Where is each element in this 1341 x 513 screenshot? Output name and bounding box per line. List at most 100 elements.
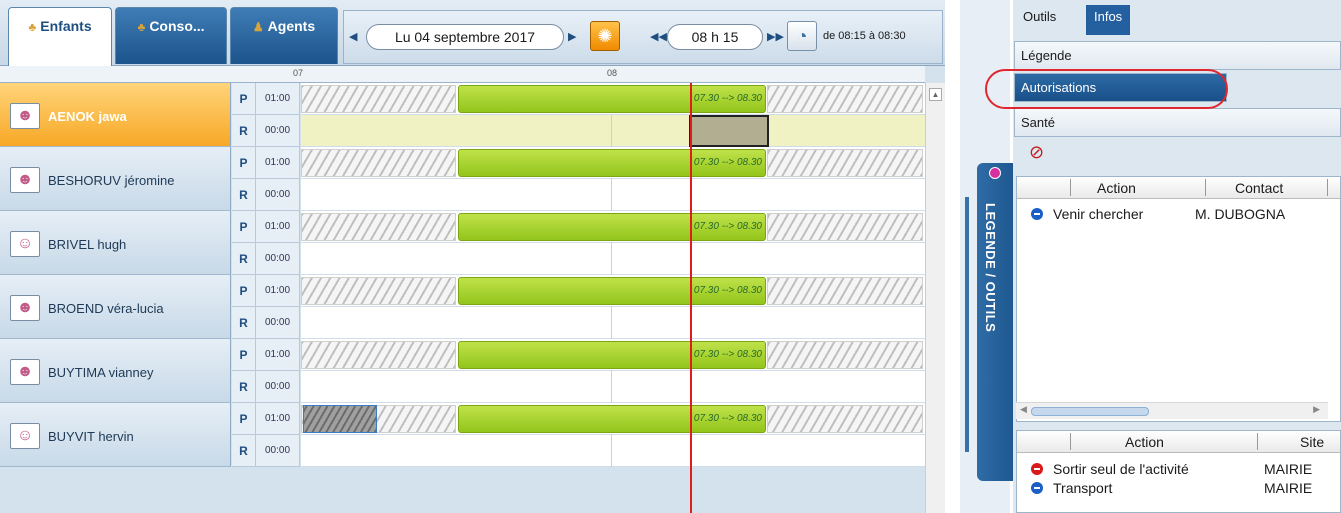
planned-duration: 01:00 [256, 339, 300, 371]
forbidden-dot-icon [1031, 463, 1043, 475]
planned-track[interactable]: 07.30 --> 08.30 [301, 403, 925, 435]
planned-slot[interactable]: 07.30 --> 08.30 [458, 213, 766, 241]
tab-agents[interactable]: ♟ Agents [230, 7, 338, 64]
vertical-scrollbar[interactable]: ▲ [925, 83, 945, 513]
tab-outils[interactable]: Outils [1015, 5, 1064, 33]
time-range-label: de 08:15 à 08:30 [823, 30, 906, 42]
hour-gridline [611, 115, 612, 147]
hour-gridline [611, 179, 612, 211]
real-track[interactable] [301, 179, 925, 211]
real-track[interactable] [301, 371, 925, 403]
pin-icon[interactable] [989, 167, 1001, 179]
scroll-up-icon[interactable]: ▲ [929, 88, 942, 101]
child-name-cell[interactable]: ☺ BRIVEL hugh [0, 211, 231, 275]
slot-label: 07.30 --> 08.30 [693, 349, 762, 360]
tab-infos[interactable]: Infos [1086, 5, 1131, 35]
row-contact: M. DUBOGNA [1195, 206, 1286, 222]
list-item[interactable]: Transport MAIRIE [1017, 478, 1340, 496]
real-track[interactable] [301, 435, 925, 467]
row-site: MAIRIE [1264, 480, 1313, 496]
planned-track[interactable]: 07.30 --> 08.30 [301, 147, 925, 179]
gear-settings-button[interactable]: ✺ [590, 21, 620, 51]
planned-label: P [232, 403, 256, 435]
side-divider [965, 197, 969, 452]
unavailable-block [301, 213, 456, 241]
selected-cell[interactable] [689, 115, 769, 147]
planned-slot[interactable]: 07.30 --> 08.30 [458, 277, 766, 305]
planned-duration: 01:00 [256, 211, 300, 243]
section-legende[interactable]: Légende [1014, 41, 1341, 70]
rewind-icon[interactable]: ◀◀ [650, 30, 667, 43]
child-name: BRIVEL hugh [48, 237, 127, 252]
scroll-right-icon[interactable]: ▶ [1313, 404, 1320, 415]
slot-label: 07.30 --> 08.30 [693, 93, 762, 104]
table-row[interactable]: ☻ BESHORUV jéromine P 01:00 07.30 --> 08.30 R… [0, 147, 925, 211]
tab-enfants[interactable]: ♣ Enfants [8, 7, 112, 67]
child-name-cell[interactable]: ☻ BUYTIMA vianney [0, 339, 231, 403]
planned-duration: 01:00 [256, 275, 300, 307]
planned-track[interactable]: 07.30 --> 08.30 [301, 83, 925, 115]
table-row[interactable]: ☻ BUYTIMA vianney P 01:00 07.30 --> 08.30 R 00… [0, 339, 925, 403]
date-time-navigator: ◀ Lu 04 septembre 2017 ▶ ✺ ◀◀ 08 h 15 ▶▶… [343, 10, 943, 64]
list-item[interactable]: Sortir seul de l'activité MAIRIE [1017, 459, 1340, 477]
table-row[interactable]: ☻ AENOK jawa P 01:00 07.30 --> 08.30 R 00:00 [0, 83, 925, 147]
planned-label: P [232, 211, 256, 243]
tab-conso[interactable]: ♣ Conso... [115, 7, 227, 64]
legende-outils-tab[interactable]: LEGENDE / OUTILS [977, 163, 1013, 481]
current-time-marker [690, 83, 692, 513]
planned-slot[interactable]: 07.30 --> 08.30 [458, 405, 766, 433]
table-row[interactable]: ☺ BUYVIT hervin P 01:00 07.30 --> 08.30 R 00:0… [0, 403, 925, 467]
ruler-tick-08: 08 [607, 68, 618, 78]
planned-duration: 01:00 [256, 403, 300, 435]
real-track[interactable] [301, 307, 925, 339]
no-filter-icon[interactable]: ⊘ [1029, 142, 1044, 163]
col-contact[interactable]: Contact [1235, 180, 1283, 196]
slot-label: 07.30 --> 08.30 [693, 157, 762, 168]
real-track[interactable] [301, 243, 925, 275]
real-duration: 00:00 [256, 115, 300, 147]
unavailable-block [767, 341, 923, 369]
clock-button[interactable]: ◔ [787, 21, 817, 51]
scroll-left-icon[interactable]: ◀ [1020, 404, 1027, 415]
date-field[interactable]: Lu 04 septembre 2017 [366, 24, 564, 50]
real-label: R [232, 179, 256, 211]
real-duration: 00:00 [256, 243, 300, 275]
col-action-2[interactable]: Action [1125, 434, 1164, 450]
col-site[interactable]: Site [1300, 434, 1324, 450]
hour-gridline [611, 371, 612, 403]
selected-block[interactable] [303, 405, 377, 433]
planned-slot[interactable]: 07.30 --> 08.30 [458, 149, 766, 177]
site-grid: Action Site Sortir seul de l'activité MA… [1016, 430, 1341, 513]
planned-slot[interactable]: 07.30 --> 08.30 [458, 85, 766, 113]
planned-label: P [232, 339, 256, 371]
child-name: BUYTIMA vianney [48, 365, 154, 380]
child-name-cell[interactable]: ☻ BROEND véra-lucia [0, 275, 231, 339]
planned-track[interactable]: 07.30 --> 08.30 [301, 211, 925, 243]
planned-track[interactable]: 07.30 --> 08.30 [301, 339, 925, 371]
scroll-thumb[interactable] [1031, 407, 1149, 416]
time-field[interactable]: 08 h 15 [667, 24, 763, 50]
child-name-cell[interactable]: ☻ BESHORUV jéromine [0, 147, 231, 211]
planned-slot[interactable]: 07.30 --> 08.30 [458, 341, 766, 369]
table-row[interactable]: ☻ BROEND véra-lucia P 01:00 07.30 --> 08.30 R… [0, 275, 925, 339]
planned-track[interactable]: 07.30 --> 08.30 [301, 275, 925, 307]
authorization-grid: Action Contact Venir chercher M. DUBOGNA [1016, 176, 1341, 422]
child-name: BROEND véra-lucia [48, 301, 164, 316]
section-sante[interactable]: Santé [1014, 108, 1341, 137]
table-row[interactable]: ☺ BRIVEL hugh P 01:00 07.30 --> 08.30 R 00:00 [0, 211, 925, 275]
prev-day-arrow-icon[interactable]: ◀ [349, 30, 357, 43]
child-name-cell[interactable]: ☺ BUYVIT hervin [0, 403, 231, 467]
real-track[interactable] [301, 115, 925, 147]
child-name-cell[interactable]: ☻ AENOK jawa [0, 83, 231, 147]
unavailable-block [767, 149, 923, 177]
unavailable-block [767, 85, 923, 113]
unavailable-block [301, 277, 456, 305]
unavailable-block [301, 85, 456, 113]
forward-icon[interactable]: ▶▶ [767, 30, 784, 43]
top-toolbar: ♣ Enfants ♣ Conso... ♟ Agents ◀ Lu 04 septe… [0, 0, 945, 67]
col-action[interactable]: Action [1097, 180, 1136, 196]
horizontal-scrollbar[interactable]: ◀ ▶ [1016, 402, 1328, 419]
next-day-arrow-icon[interactable]: ▶ [568, 30, 576, 43]
list-item[interactable]: Venir chercher M. DUBOGNA [1017, 204, 1340, 222]
hour-gridline [611, 435, 612, 467]
